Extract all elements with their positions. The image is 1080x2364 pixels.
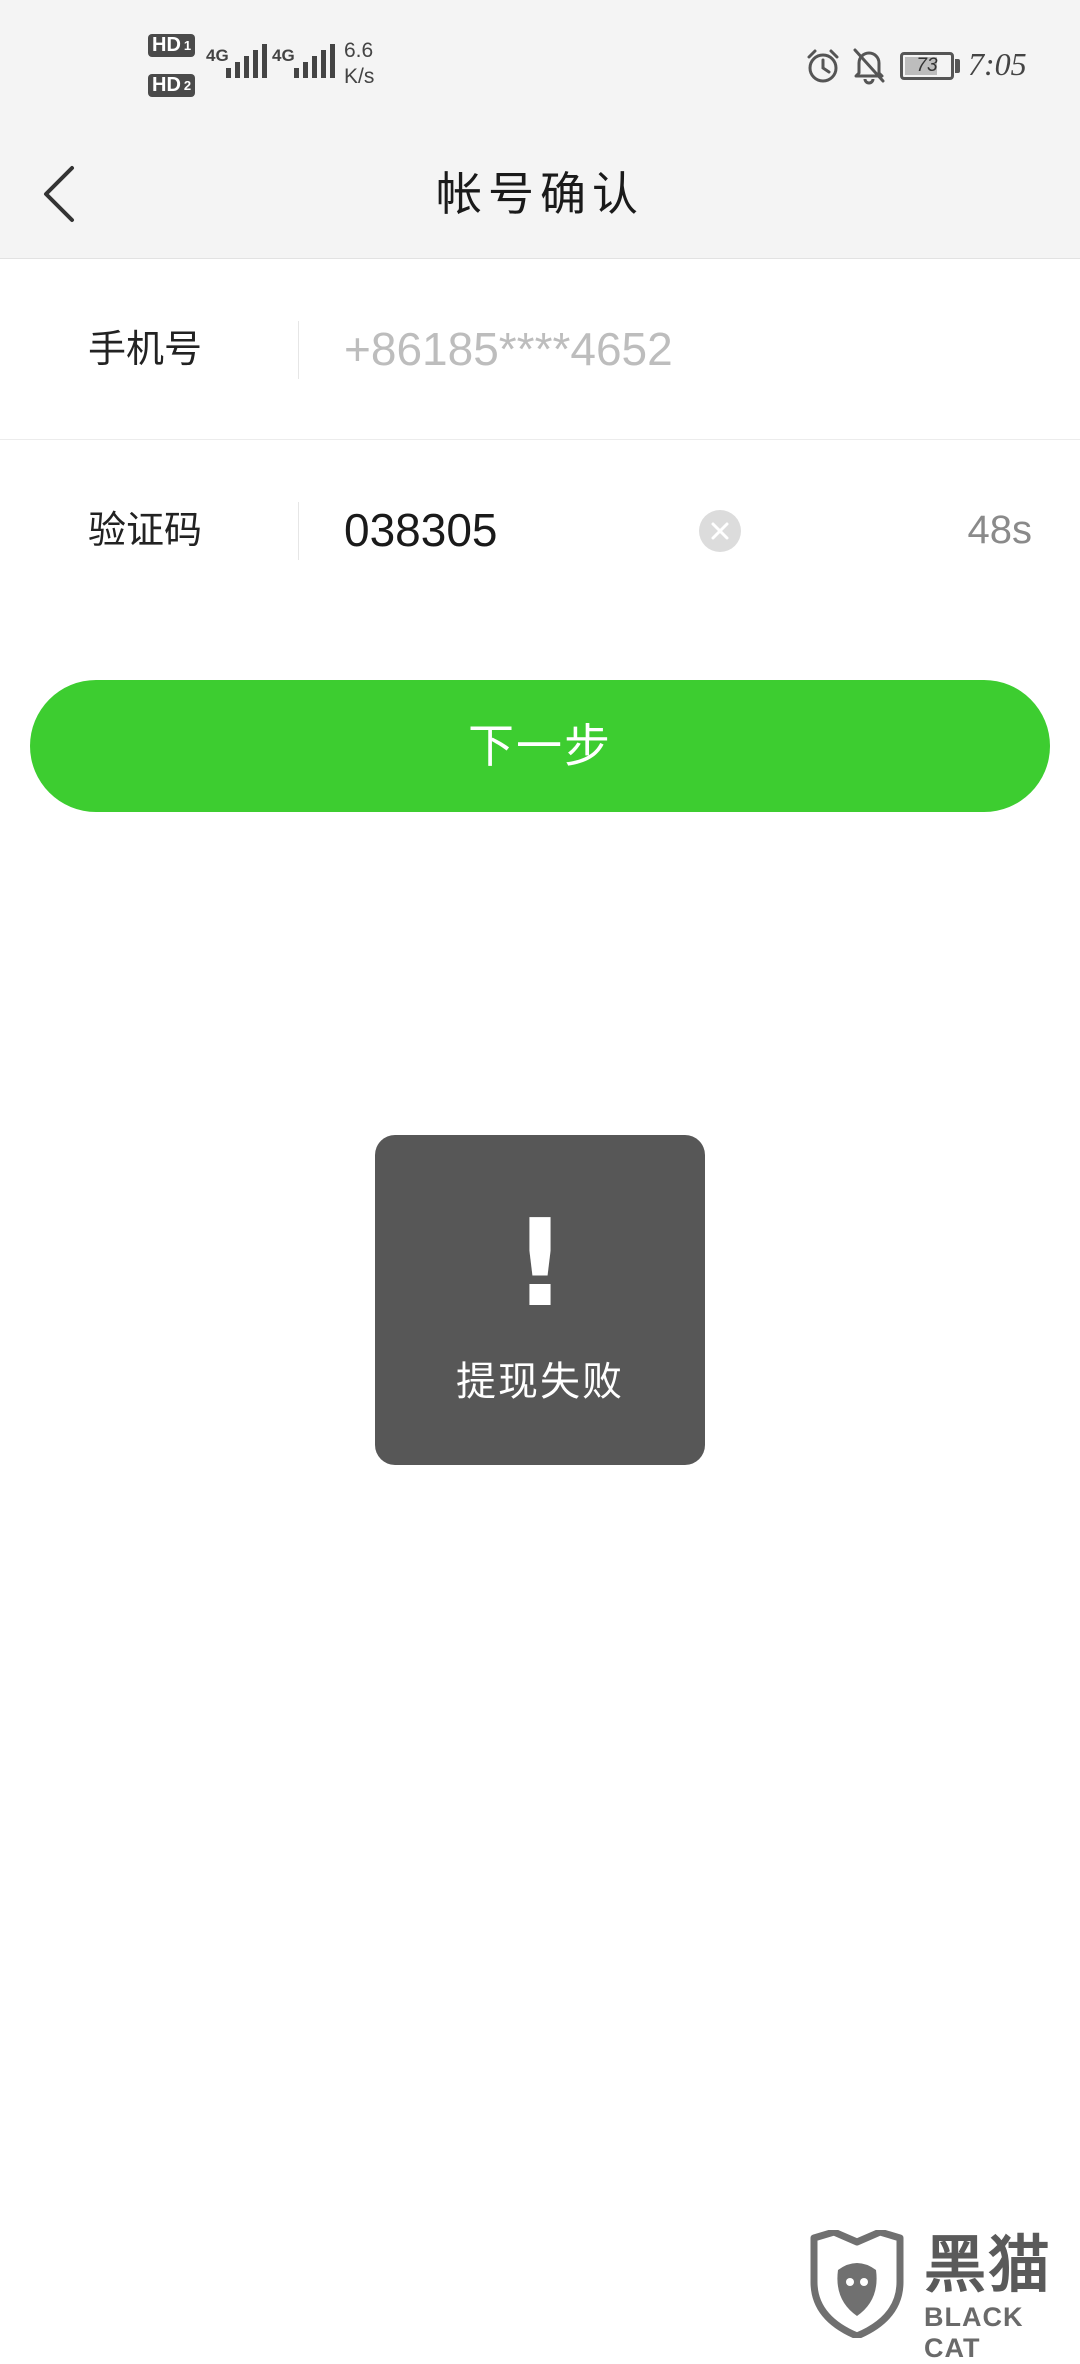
network-type-sim2: 4G <box>272 46 295 65</box>
alarm-icon <box>807 49 839 83</box>
battery-icon: 73 <box>900 52 954 80</box>
verification-code-label: 验证码 <box>88 508 203 552</box>
notifications-off-icon <box>853 48 885 85</box>
verification-code-input[interactable] <box>344 494 684 566</box>
signal-icon <box>226 44 267 78</box>
clear-icon[interactable] <box>699 510 741 552</box>
speed-value: 6.6 <box>344 39 374 62</box>
error-toast: ! 提现失败 <box>375 1135 705 1465</box>
clock: 7:05 <box>968 46 1027 82</box>
speed-unit: K/s <box>344 65 375 88</box>
phone-label: 手机号 <box>88 327 203 371</box>
battery-cap <box>955 59 960 73</box>
hd-badge-sim1: HD 1 <box>148 34 196 57</box>
divider <box>298 321 299 379</box>
exclamation-icon: ! <box>512 1195 568 1334</box>
signal-icon <box>294 44 335 78</box>
hd-label: HD <box>152 34 181 56</box>
page-title: 帐号确认 <box>436 167 644 221</box>
cat-shield-logo-icon <box>810 2230 904 2338</box>
toast-message: 提现失败 <box>456 1359 624 1405</box>
status-bar: HD 1 HD 2 4G 4G 6.6 K/s 73 7:05 <box>0 0 1080 130</box>
nav-bar: 帐号确认 <box>0 130 1080 259</box>
battery-level: 73 <box>916 55 938 76</box>
sim-index: 2 <box>183 77 192 93</box>
watermark-text-cn: 黑猫 <box>924 2228 1053 2301</box>
hd-badge-sim2: HD 2 <box>148 74 196 97</box>
resend-countdown: 48s <box>967 508 1033 552</box>
phone-number: +86185****4652 <box>344 323 673 375</box>
divider <box>298 502 299 560</box>
sim-index: 1 <box>183 37 192 53</box>
verification-code-row: 验证码 48s <box>0 440 1080 620</box>
phone-row: 手机号 +86185****4652 <box>0 259 1080 440</box>
watermark: 黑猫 BLACK CAT <box>808 2222 1078 2363</box>
next-button[interactable]: 下一步 <box>30 680 1050 812</box>
hd-label: HD <box>152 74 181 96</box>
watermark-text-en: BLACK CAT <box>924 2302 1024 2363</box>
network-speed: 6.6 K/s <box>344 38 374 90</box>
close-icon <box>711 522 729 540</box>
